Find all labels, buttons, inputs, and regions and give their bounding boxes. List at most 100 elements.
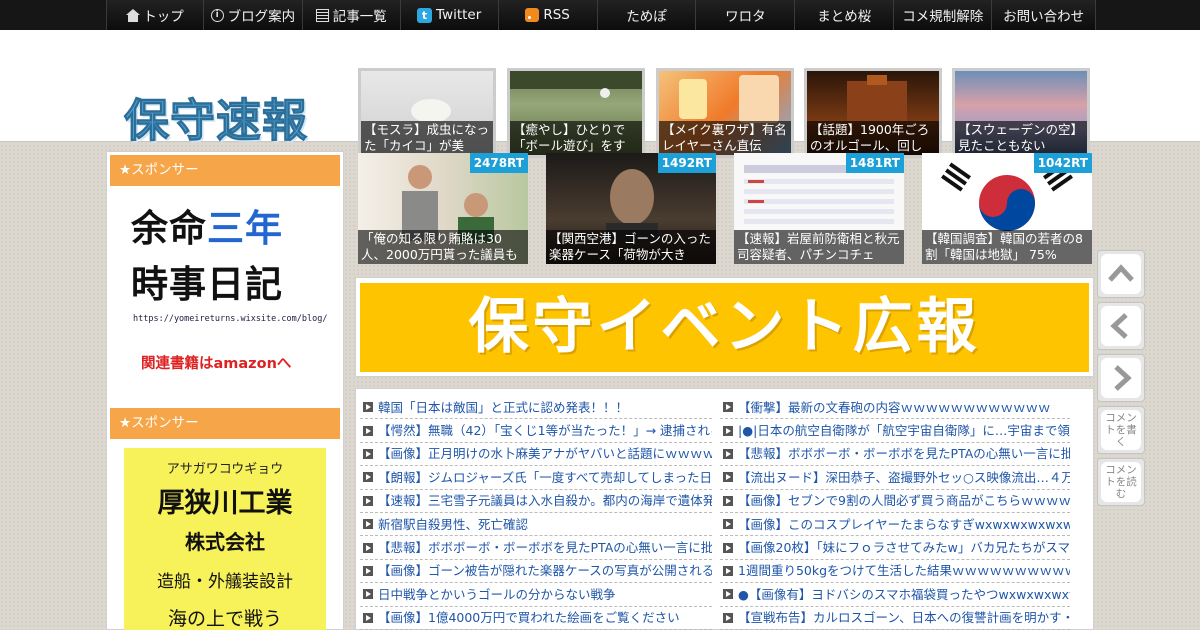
thumb-caption[interactable]: 「俺の知る限り賄賂は30人、2000万円貰った議員も <box>358 230 528 264</box>
headline-text[interactable]: 【画像】正月明けの水卜麻美アナがヤバいと話題にｗｗｗｗｗ <box>378 443 712 465</box>
popular-thumb[interactable]: 2478RT 「俺の知る限り賄賂は30人、2000万円貰った議員も <box>358 153 528 264</box>
button-face[interactable] <box>1101 358 1141 398</box>
info-icon: i <box>210 8 224 22</box>
headline-text[interactable]: 【悲報】ボボボーボ・ボーボボを見たPTAの心無い一言に批判 <box>378 536 712 558</box>
headline-text[interactable]: 【愕然】無職（42）「宝くじ1等が当たった！」→ 逮捕される <box>378 419 712 441</box>
arrow-icon <box>723 612 733 623</box>
list-icon <box>315 8 329 22</box>
nav-item-label: ブログ案内 <box>227 9 296 25</box>
button-face[interactable] <box>1101 306 1141 346</box>
thumb-caption[interactable]: 【モスラ】成虫になった「カイコ」が美 <box>361 121 493 155</box>
headline-item[interactable]: |●|日本の航空自衛隊が「航空宇宙自衛隊」に…宇宙まで領域拡 <box>720 419 1070 443</box>
nav-item[interactable]: t Twitter <box>400 0 499 30</box>
headline-text[interactable]: 【衝撃】最新の文春砲の内容ｗｗｗｗｗｗｗｗｗｗｗｗ <box>738 396 1051 418</box>
headline-text[interactable]: 1週間重り50kgをつけて生活した結果ｗｗｗｗｗｗｗｗｗｗ <box>738 560 1070 582</box>
headline-item[interactable]: 韓国「日本は敵国」と正式に認め発表！！！ <box>360 396 712 420</box>
header-thumb[interactable]: 【メイク裏ワザ】有名レイヤーさん直伝 <box>656 68 794 158</box>
next-button[interactable] <box>1097 354 1145 402</box>
headline-item[interactable]: 【悲報】ボボボーボ・ボーボボを見たPTAの心無い一言に批判 <box>720 443 1070 467</box>
rss-icon <box>525 8 540 22</box>
headline-text[interactable]: 【悲報】ボボボーボ・ボーボボを見たPTAの心無い一言に批判 <box>738 443 1070 465</box>
nav-item[interactable]: まとめ桜 <box>795 0 895 30</box>
site-logo[interactable]: 保守速報 <box>123 84 308 149</box>
headline-item[interactable]: 【速報】三宅雪子元議員は入水自殺か。都内の海岸で遺体発見 <box>360 490 712 513</box>
headline-text[interactable]: 【流出ヌード】深田恭子、盗撮野外セッ○ス映像流出…４万４千 <box>738 466 1070 488</box>
arrow-icon <box>363 519 373 530</box>
headline-item[interactable]: 日中戦争とかいうゴールの分からない戦争 <box>360 583 712 607</box>
thumb-caption[interactable]: 【関西空港】ゴーンの入った楽器ケース「荷物が大き <box>546 230 716 264</box>
scroll-top-button[interactable] <box>1097 250 1145 298</box>
headline-item[interactable]: 1週間重り50kgをつけて生活した結果ｗｗｗｗｗｗｗｗｗｗ <box>720 560 1070 584</box>
nav-item[interactable]: i ブログ案内 <box>203 0 303 30</box>
thumb-caption[interactable]: 【メイク裏ワザ】有名レイヤーさん直伝 <box>659 121 791 155</box>
amazon-link[interactable]: 関連書籍はamazonへ <box>141 352 291 373</box>
headline-text[interactable]: 日中戦争とかいうゴールの分からない戦争 <box>378 583 616 605</box>
nav-item[interactable]: ためぽ <box>597 0 697 30</box>
prev-button[interactable] <box>1097 302 1145 350</box>
headline-text[interactable]: 【画像】1億4000万円で買われた絵画をご覧ください <box>378 607 680 629</box>
header-thumb[interactable]: 【モスラ】成虫になった「カイコ」が美 <box>358 68 496 158</box>
headline-item[interactable]: 【宣戦布告】カルロスゴーン、日本への復讐計画を明かす・・ <box>720 607 1070 630</box>
event-banner[interactable]: 保守イベント広報 <box>355 277 1094 377</box>
headline-item[interactable]: 【朗報】ジムロジャーズ氏「一度すべて売却してしまった日本 <box>360 466 712 490</box>
write-comment-button[interactable]: コメントを書く <box>1097 406 1145 454</box>
nav-item[interactable]: トップ <box>107 0 204 30</box>
headline-item[interactable]: 【流出ヌード】深田恭子、盗撮野外セッ○ス映像流出…４万４千 <box>720 466 1070 490</box>
headline-text[interactable]: 【画像】ゴーン被告が隠れた楽器ケースの写真が公開される！ <box>378 560 712 582</box>
headline-text[interactable]: 【画像20枚】「妹にフｏラさせてみたw」バカ兄たちがスマホで <box>738 536 1070 558</box>
nav-item[interactable]: RSS <box>498 0 598 30</box>
header-thumb[interactable]: 【話題】1900年ごろのオルゴール、回し <box>804 68 942 158</box>
button-face[interactable] <box>1101 254 1141 294</box>
ad-title-line1: 余命三年 <box>131 207 283 250</box>
banner-text[interactable]: 保守イベント広報 <box>360 283 1089 372</box>
button-label: コメントを読む <box>1105 464 1137 500</box>
headline-item[interactable]: 【画像】1億4000万円で買われた絵画をご覧ください <box>360 607 712 630</box>
headline-text[interactable]: 【朗報】ジムロジャーズ氏「一度すべて売却してしまった日本 <box>378 466 712 488</box>
headline-text[interactable]: 【速報】三宅雪子元議員は入水自殺か。都内の海岸で遺体発見 <box>378 490 712 512</box>
headline-text[interactable]: ●【画像有】ヨドバシのスマホ福袋買ったやつwxwxwxwxwxw <box>738 583 1070 605</box>
retweet-count-badge: 1481RT <box>845 153 904 173</box>
nav-item[interactable]: お問い合わせ <box>992 0 1097 30</box>
right-chevron-icon <box>1114 365 1132 391</box>
thumb-caption[interactable]: 【韓国調査】韓国の若者の8割「韓国は地獄」 75% <box>922 230 1092 264</box>
headline-text[interactable]: |●|日本の航空自衛隊が「航空宇宙自衛隊」に…宇宙まで領域拡 <box>738 419 1070 441</box>
button-face[interactable]: コメントを読む <box>1101 462 1141 502</box>
headline-text[interactable]: 新宿駅自殺男性、死亡確認 <box>378 513 528 535</box>
headline-item[interactable]: 新宿駅自殺男性、死亡確認 <box>360 513 712 537</box>
retweet-count-badge: 1042RT <box>1033 153 1092 173</box>
nav-item[interactable]: ワロタ <box>696 0 796 30</box>
ad-description: 造船・外艤装設計 <box>157 572 293 592</box>
thumb-caption[interactable]: 【癒やし】ひとりで「ボール遊び」をす <box>510 121 642 155</box>
nav-item[interactable]: コメ規制解除 <box>894 0 993 30</box>
headline-item[interactable]: 【画像】このコスプレイヤーたまらなすぎwxwxwxwxwxwxwx <box>720 513 1070 537</box>
button-face[interactable]: コメントを書く <box>1101 410 1141 450</box>
popular-thumb[interactable]: 1481RT 【速報】岩屋前防衛相と秋元司容疑者、パチンコチェ <box>734 153 904 264</box>
sponsor-ad-yomei[interactable]: 余命三年 時事日記 https://yomeireturns.wixsite.c… <box>127 198 327 378</box>
logo-text[interactable]: 保守速報 <box>123 94 308 148</box>
sponsor-ad-asagawa[interactable]: アサガワコウギョウ 厚狭川工業 株式会社 造船・外艤装設計 海の上で戦う <box>124 448 326 630</box>
nav-item-label: 記事一覧 <box>332 9 387 25</box>
headline-item[interactable]: 【画像】セブンで9割の人間必ず買う商品がこちらｗｗｗｗｗｗ <box>720 490 1070 513</box>
thumb-caption[interactable]: 【スウェーデンの空】見たこともない <box>955 121 1087 155</box>
headline-item[interactable]: 【画像】ゴーン被告が隠れた楽器ケースの写真が公開される！ <box>360 560 712 584</box>
headline-text[interactable]: 韓国「日本は敵国」と正式に認め発表！！！ <box>378 396 628 418</box>
ad-url[interactable]: https://yomeireturns.wixsite.com/blog/ <box>133 314 327 324</box>
headline-item[interactable]: 【衝撃】最新の文春砲の内容ｗｗｗｗｗｗｗｗｗｗｗｗ <box>720 396 1070 420</box>
thumb-caption[interactable]: 【速報】岩屋前防衛相と秋元司容疑者、パチンコチェ <box>734 230 904 264</box>
popular-thumb[interactable]: 1492RT 【関西空港】ゴーンの入った楽器ケース「荷物が大き <box>546 153 716 264</box>
popular-thumb[interactable]: 1042RT 【韓国調査】韓国の若者の8割「韓国は地獄」 75% <box>922 153 1092 264</box>
headline-item[interactable]: 【画像】正月明けの水卜麻美アナがヤバいと話題にｗｗｗｗｗ <box>360 443 712 467</box>
headline-item[interactable]: 【愕然】無職（42）「宝くじ1等が当たった！」→ 逮捕される <box>360 419 712 443</box>
thumb-caption[interactable]: 【話題】1900年ごろのオルゴール、回し <box>807 121 939 155</box>
headline-item[interactable]: ●【画像有】ヨドバシのスマホ福袋買ったやつwxwxwxwxwxw <box>720 583 1070 607</box>
nav-item-label: コメ規制解除 <box>902 9 984 25</box>
read-comment-button[interactable]: コメントを読む <box>1097 458 1145 506</box>
headline-text[interactable]: 【宣戦布告】カルロスゴーン、日本への復讐計画を明かす・・ <box>738 607 1070 629</box>
header-thumb[interactable]: 【スウェーデンの空】見たこともない <box>952 68 1090 158</box>
headline-item[interactable]: 【画像20枚】「妹にフｏラさせてみたw」バカ兄たちがスマホで <box>720 536 1070 560</box>
headline-item[interactable]: 【悲報】ボボボーボ・ボーボボを見たPTAの心無い一言に批判 <box>360 536 712 560</box>
headline-text[interactable]: 【画像】このコスプレイヤーたまらなすぎwxwxwxwxwxwxwx <box>738 513 1070 535</box>
headline-text[interactable]: 【画像】セブンで9割の人間必ず買う商品がこちらｗｗｗｗｗｗ <box>738 490 1070 512</box>
header-thumb[interactable]: 【癒やし】ひとりで「ボール遊び」をす <box>507 68 645 158</box>
nav-item[interactable]: 記事一覧 <box>302 0 401 30</box>
